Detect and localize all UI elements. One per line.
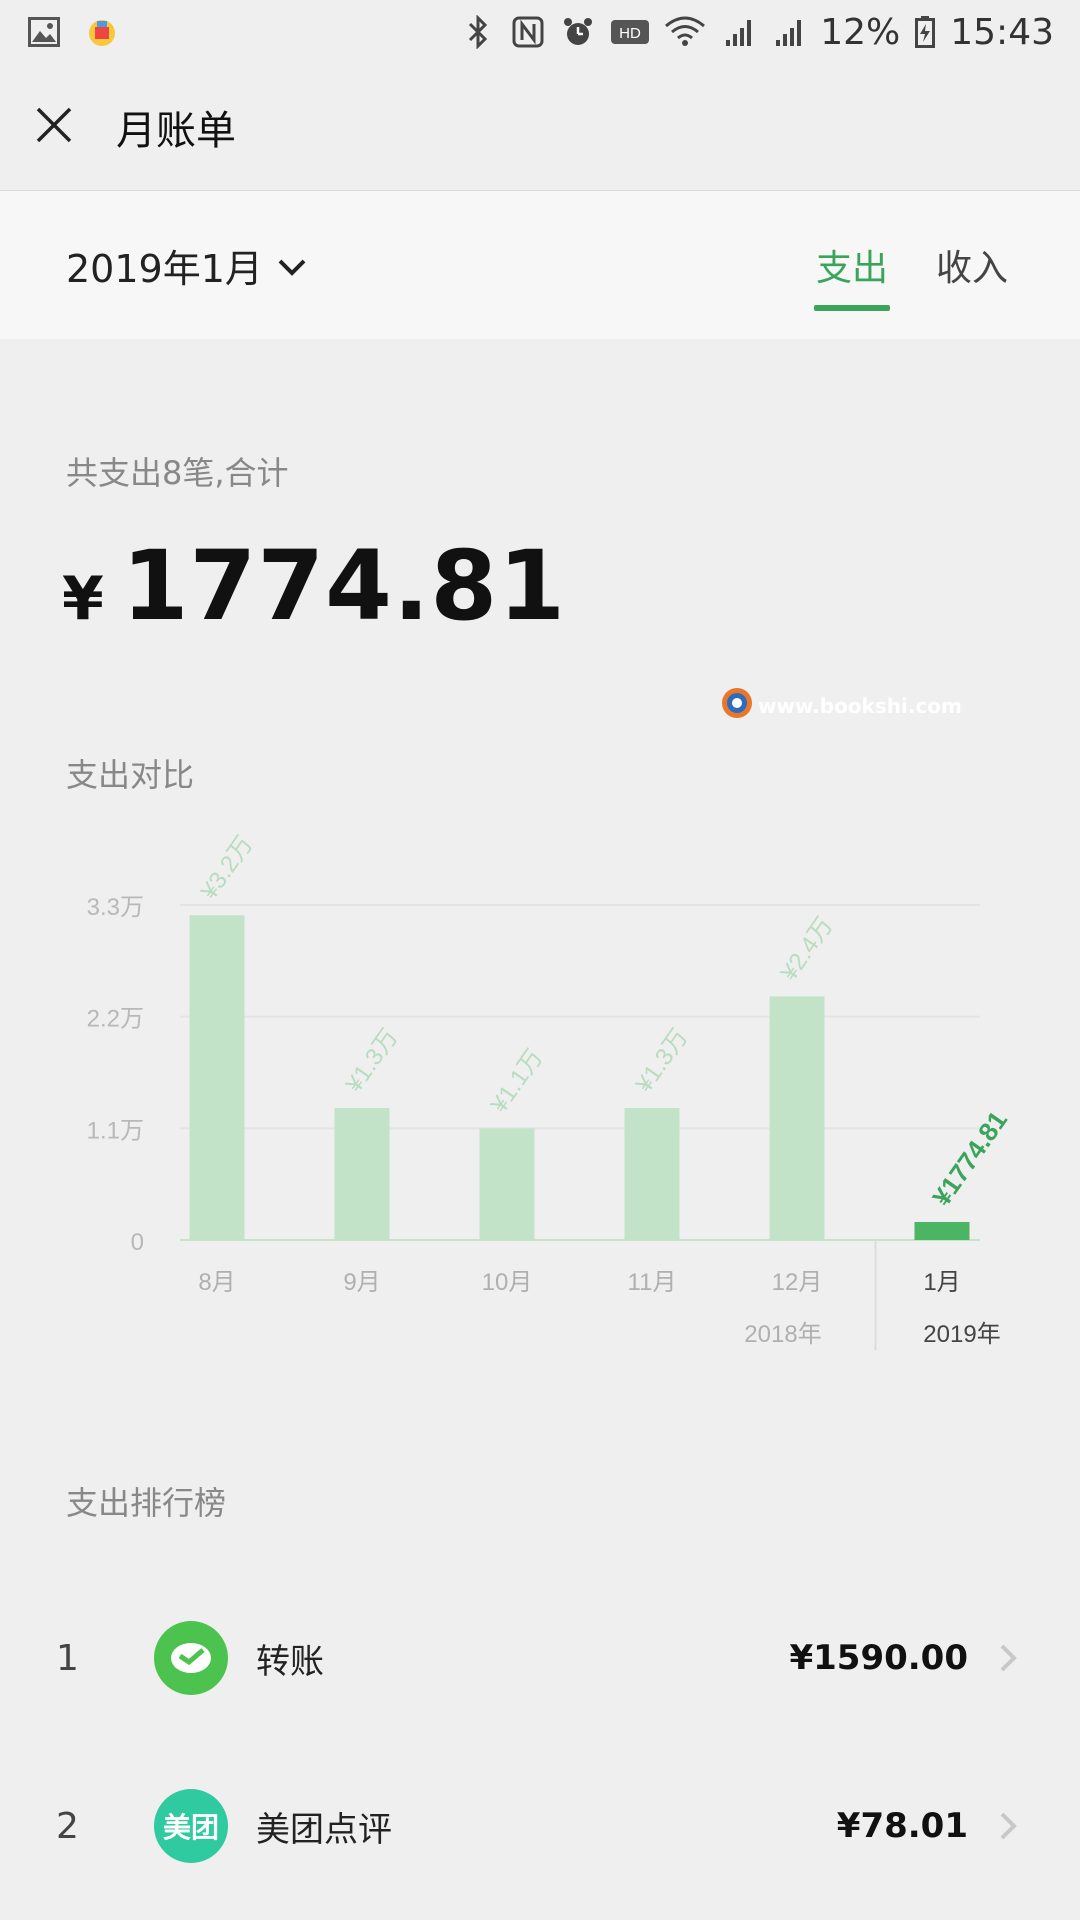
month-bar: 2019年1月 支出 收入 [0,191,1080,339]
tabs: 支出 收入 [813,191,1010,339]
y-tick-label: 3.3万 [87,894,144,921]
ranking-item[interactable]: 1 转账 ¥1590.00 [0,1598,1080,1718]
image-icon [26,14,62,50]
expense-bar-chart: ¥3.2万 ¥1.3万 ¥1.1万 ¥1.3万 ¥2.4万 ¥1774.81 0 1.1万 2… [87,831,1013,1350]
bar [769,996,825,1240]
chart-x-ticks: 8月 9月 10月 11月 12月 1月 [198,1269,960,1296]
meituan-icon: 美团 [154,1789,228,1863]
meituan-logo-text: 美团 [162,1811,219,1844]
data-label: ¥1.3万 [630,1024,693,1098]
x-tick-label: 8月 [198,1269,235,1296]
bar [334,1108,390,1240]
bar [479,1128,535,1240]
total-amount: 1774.81 [121,530,566,642]
chart-y-ticks: 0 1.1万 2.2万 3.3万 [87,894,144,1256]
data-label: ¥2.4万 [775,912,838,986]
chart-data-labels: ¥3.2万 ¥1.3万 ¥1.1万 ¥1.3万 ¥2.4万 ¥1774.81 [195,831,1013,1211]
nav-bar: 月账单 [0,64,1080,191]
close-button[interactable] [22,95,86,159]
summary-amount: ¥ 1774.81 [62,530,566,642]
svg-text:HD: HD [619,25,641,42]
battery-icon [914,14,936,50]
chevron-down-icon [277,243,307,287]
battery-percent: 12% [820,11,901,53]
alarm-icon [560,14,596,50]
ranking-title: 支出排行榜 [66,1484,227,1522]
x-tick-label: 12月 [772,1269,823,1296]
app-icon [84,14,120,50]
chart-bars [189,915,970,1240]
month-picker[interactable]: 2019年1月 [66,238,307,293]
clock: 15:43 [950,11,1054,53]
y-tick-label: 0 [131,1229,144,1256]
x-tick-label: 10月 [482,1269,533,1296]
bluetooth-icon [460,14,496,50]
bar [189,915,245,1240]
rank-number: 1 [56,1637,79,1679]
ranking-item[interactable]: 2 美团 美团点评 ¥78.01 [0,1766,1080,1886]
rank-merchant-name: 美团点评 [256,1809,392,1850]
rank-number: 2 [56,1805,79,1847]
y-tick-label: 1.1万 [87,1117,144,1144]
rank-amount: ¥1590.00 [789,1638,968,1678]
selected-month: 2019年1月 [66,246,263,291]
tab-expense[interactable]: 支出 [813,191,890,339]
signal-4g-icon [720,14,756,50]
watermark-logo-icon [720,686,754,725]
close-icon [34,105,74,149]
watermark-text: www.bookshi.com [758,693,962,718]
bar [914,1221,970,1240]
data-label: ¥1774.81 [926,1105,1013,1211]
data-label: ¥1.1万 [485,1044,548,1118]
hd-icon: HD [610,14,650,50]
y-tick-label: 2.2万 [87,1006,144,1033]
watermark: www.bookshi.com [720,686,962,725]
rank-merchant-name: 转账 [256,1641,324,1682]
bar [624,1108,680,1240]
data-label: ¥1.3万 [340,1024,403,1098]
chart-grid [180,904,980,1350]
currency-symbol: ¥ [62,564,104,634]
chevron-right-icon [988,1810,1028,1842]
status-bar: HD 12% 15:43 [0,0,1080,64]
chart-section-title: 支出对比 [66,756,195,794]
wechat-transfer-icon [154,1621,228,1695]
x-tick-label: 9月 [343,1269,380,1296]
tab-income[interactable]: 收入 [934,191,1010,339]
page-title: 月账单 [116,108,236,154]
x-tick-label: 1月 [923,1269,960,1296]
chevron-right-icon [988,1642,1028,1674]
chart-year-labels: 2018年 2019年 [744,1321,1000,1348]
year-label: 2018年 [744,1321,821,1348]
summary-label: 共支出8笔,合计 [66,454,289,492]
year-label: 2019年 [923,1321,1000,1348]
nfc-icon [510,14,546,50]
x-tick-label: 11月 [628,1269,677,1296]
signal-e-icon [770,14,806,50]
rank-amount: ¥78.01 [836,1806,968,1846]
wifi-icon [664,14,706,50]
data-label: ¥3.2万 [195,831,258,905]
